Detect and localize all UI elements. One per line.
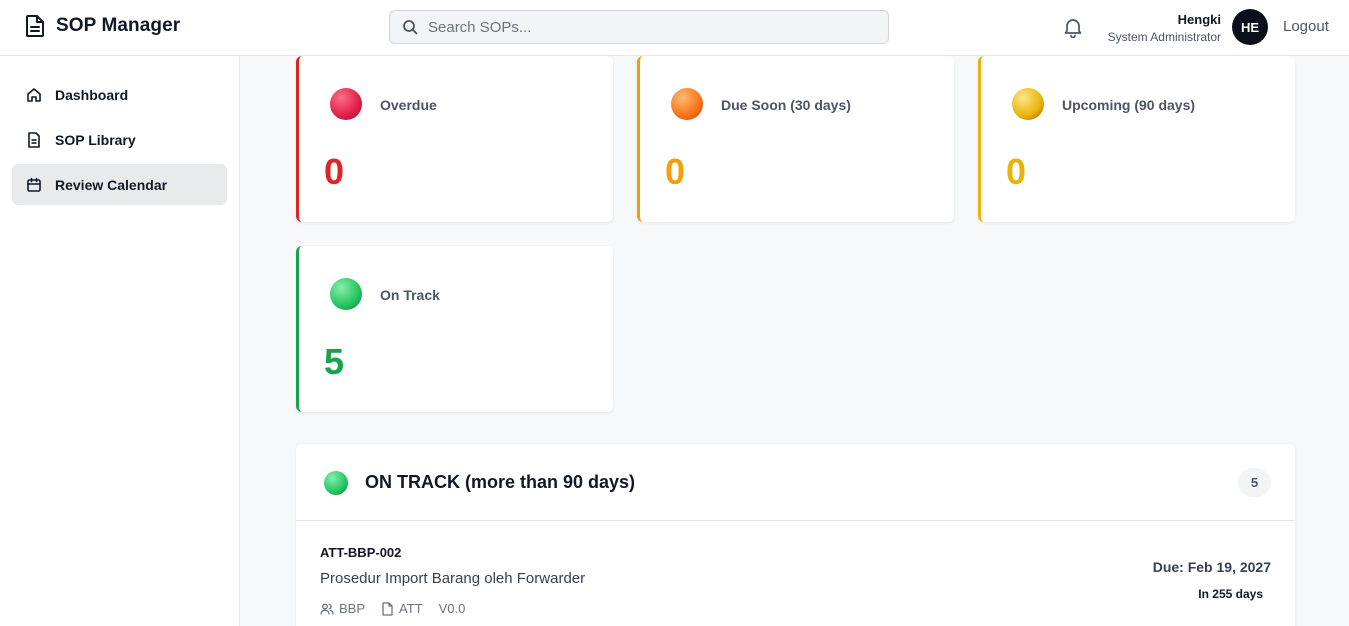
stat-card-on-track[interactable]: On Track 5 (296, 246, 613, 412)
user-info: Hengki System Administrator (1108, 12, 1221, 45)
stat-label: Due Soon (30 days) (721, 97, 851, 113)
sidebar-item-dashboard[interactable]: Dashboard (12, 74, 227, 115)
section-header[interactable]: ON TRACK (more than 90 days) 5 (296, 444, 1295, 521)
sidebar-item-review-calendar[interactable]: Review Calendar (12, 164, 227, 205)
on-track-indicator-icon (324, 471, 348, 495)
file-icon (382, 601, 393, 616)
version-meta: V0.0 (439, 601, 466, 616)
due-soon-indicator-icon (671, 88, 703, 120)
on-track-section: ON TRACK (more than 90 days) 5 ATT-BBP-0… (296, 444, 1295, 626)
sidebar-item-label: Dashboard (55, 86, 129, 103)
sidebar-item-label: SOP Library (55, 131, 136, 148)
home-icon (27, 87, 41, 102)
brand[interactable]: SOP Manager (24, 14, 180, 38)
category-code: ATT (399, 601, 423, 616)
avatar[interactable]: HE (1232, 9, 1268, 45)
stat-card-due-soon[interactable]: Due Soon (30 days) 0 (637, 56, 954, 222)
department-code: BBP (339, 601, 366, 616)
stat-label: On Track (380, 287, 440, 303)
top-bar: SOP Manager Hengki System Administrator … (0, 0, 1349, 56)
overdue-indicator-icon (330, 88, 362, 120)
days-remaining: In 255 days (1198, 587, 1263, 601)
stat-label: Upcoming (90 days) (1062, 97, 1196, 113)
users-icon (320, 603, 334, 615)
department-meta: BBP (320, 601, 365, 616)
calendar-icon (27, 177, 41, 192)
document-icon (28, 131, 40, 148)
upcoming-indicator-icon (1012, 88, 1044, 120)
on-track-indicator-icon (330, 278, 362, 310)
bell-icon[interactable] (1062, 16, 1084, 38)
logout-button[interactable]: Logout (1283, 18, 1329, 35)
stat-card-overdue[interactable]: Overdue 0 (296, 56, 613, 222)
due-date: Due: Feb 19, 2027 (1152, 559, 1271, 575)
search-input[interactable] (428, 18, 868, 36)
section-title: ON TRACK (more than 90 days) (365, 472, 636, 492)
document-icon (26, 15, 44, 37)
stat-card-upcoming[interactable]: Upcoming (90 days) 0 (978, 56, 1295, 222)
user-name: Hengki (1177, 12, 1221, 27)
sop-title: Prosedur Import Barang oleh Forwarder (320, 570, 586, 587)
search-icon (403, 20, 418, 35)
stat-label: Overdue (380, 97, 437, 113)
stat-value: 5 (324, 341, 345, 382)
count-badge: 5 (1238, 468, 1271, 497)
search-box[interactable] (389, 10, 889, 44)
sidebar: Dashboard SOP Library Review Calendar (0, 56, 240, 626)
stat-value: 0 (665, 151, 686, 192)
user-role: System Administrator (1107, 30, 1221, 44)
version: V0.0 (438, 601, 466, 616)
stat-value: 0 (324, 151, 345, 192)
sop-meta: BBP ATT V0.0 (320, 601, 481, 616)
sop-code: ATT-BBP-002 (320, 545, 402, 560)
category-meta: ATT (381, 601, 423, 616)
stat-value: 0 (1006, 151, 1027, 192)
app-title: SOP Manager (56, 15, 181, 36)
sidebar-item-sop-library[interactable]: SOP Library (12, 119, 227, 160)
sidebar-item-label: Review Calendar (55, 176, 168, 193)
